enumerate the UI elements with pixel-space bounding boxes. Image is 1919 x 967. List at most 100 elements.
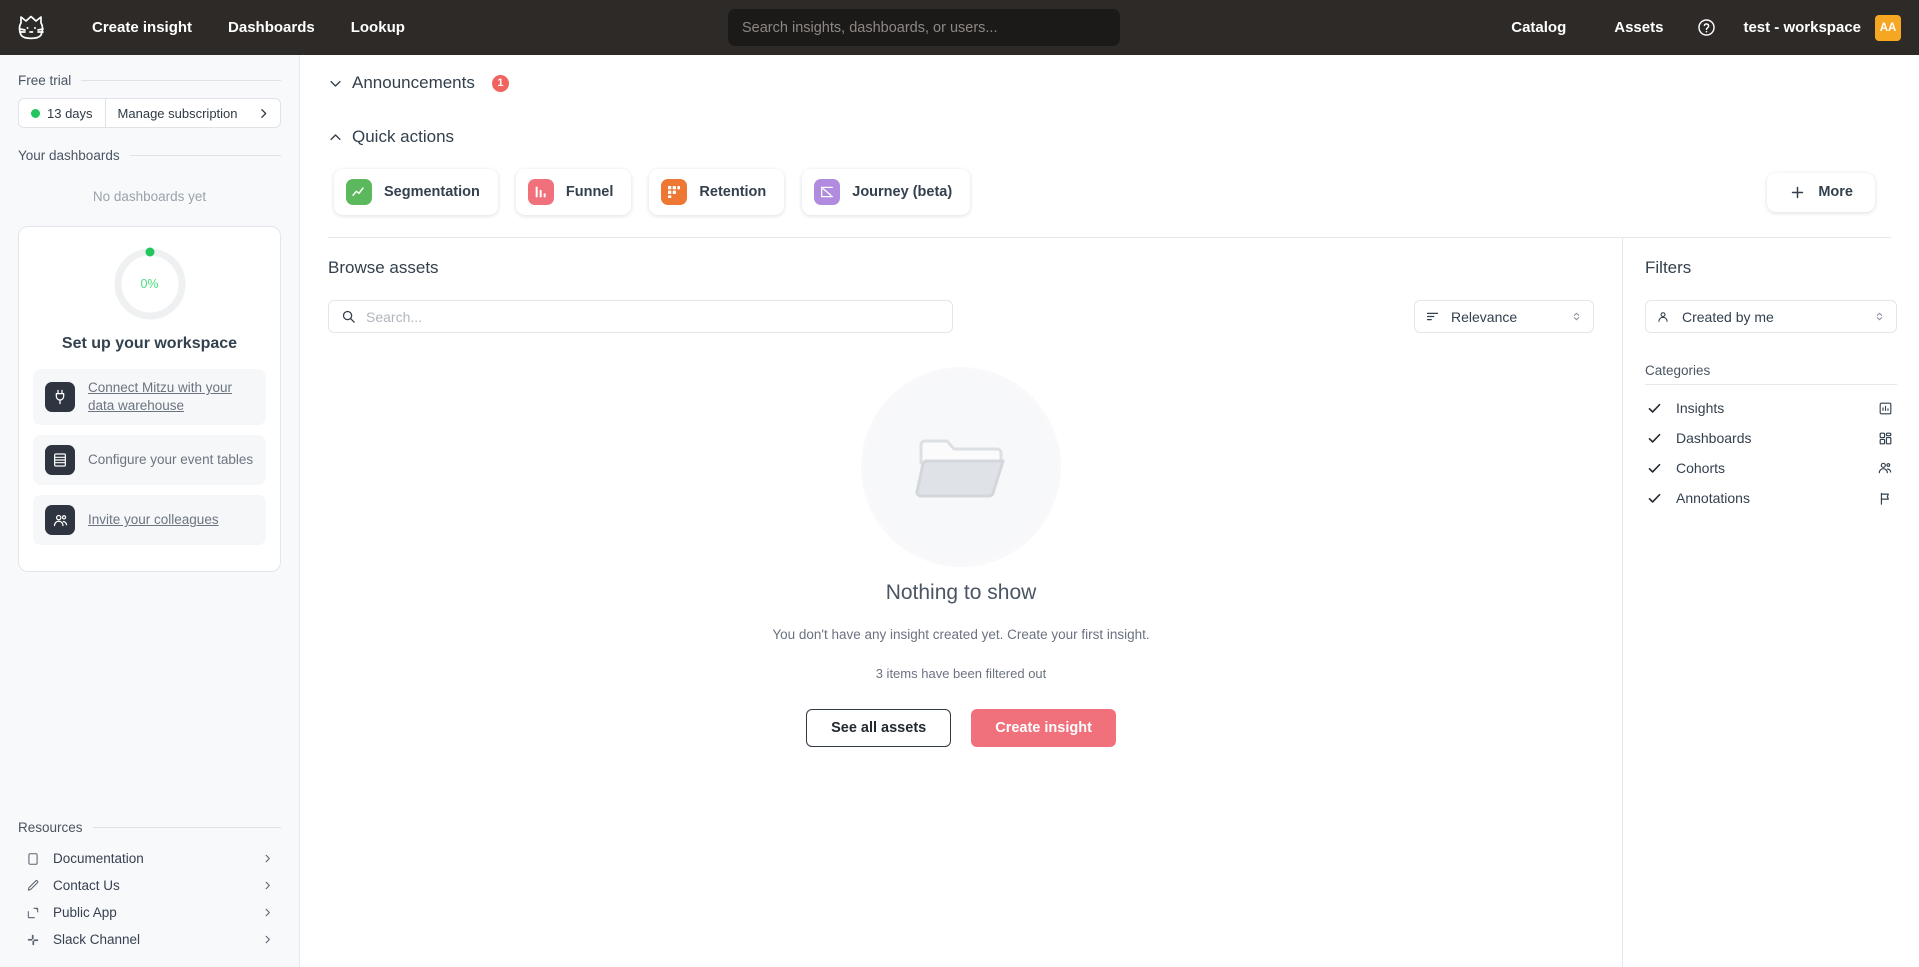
- browse-assets-title: Browse assets: [328, 258, 1594, 278]
- user-icon: [1656, 310, 1670, 324]
- top-navbar: Create insight Dashboards Lookup Catalog…: [0, 0, 1919, 55]
- global-search[interactable]: [728, 9, 1120, 46]
- workspace-name[interactable]: test - workspace: [1743, 19, 1861, 36]
- global-search-input[interactable]: [742, 20, 1106, 36]
- avatar[interactable]: AA: [1875, 15, 1901, 41]
- category-label: Insights: [1676, 400, 1861, 416]
- progress-percent-label: 0%: [111, 245, 189, 323]
- nav-link-lookup[interactable]: Lookup: [333, 11, 423, 44]
- empty-title: Nothing to show: [886, 581, 1037, 605]
- setup-task-label: Connect Mitzu with your data warehouse: [88, 379, 254, 415]
- nav-link-assets[interactable]: Assets: [1592, 11, 1685, 44]
- check-icon: [1647, 431, 1662, 446]
- line-chart-icon: [346, 179, 372, 205]
- announcements-header[interactable]: Announcements 1: [328, 73, 1891, 93]
- quick-action-funnel[interactable]: Funnel: [516, 169, 632, 215]
- setup-task-label: Configure your event tables: [88, 451, 253, 469]
- resource-item-contact-us[interactable]: Contact Us: [18, 872, 281, 899]
- see-all-assets-button[interactable]: See all assets: [806, 709, 951, 747]
- resources-label: Resources: [18, 820, 83, 835]
- progress-ring: 0%: [111, 245, 189, 323]
- quick-actions-header[interactable]: Quick actions: [328, 127, 1891, 147]
- filtered-out-text: 3 items have been filtered out: [876, 666, 1047, 681]
- folder-icon: [861, 367, 1061, 567]
- grid-square-icon: [1875, 431, 1895, 446]
- chevron-right-icon: [262, 853, 273, 864]
- divider: [1645, 384, 1897, 385]
- created-by-dropdown[interactable]: Created by me: [1645, 300, 1897, 333]
- table-icon: [45, 445, 75, 475]
- quick-action-retention[interactable]: Retention: [649, 169, 784, 215]
- setup-task-configure-event-tables[interactable]: Configure your event tables: [33, 435, 266, 485]
- no-dashboards-text: No dashboards yet: [18, 189, 281, 204]
- category-item-insights[interactable]: Insights: [1645, 393, 1897, 423]
- chevron-updown-icon: [1873, 310, 1886, 323]
- divider: [130, 155, 281, 156]
- resource-item-public-app[interactable]: Public App: [18, 899, 281, 926]
- quick-action-label: Segmentation: [384, 184, 480, 200]
- trial-days: 13 days: [19, 99, 106, 127]
- trial-days-label: 13 days: [47, 106, 93, 121]
- primary-nav: Create insight Dashboards Lookup: [74, 11, 423, 44]
- main-top-section: Announcements 1 Quick actions Segmentati…: [300, 55, 1919, 237]
- manage-subscription-label: Manage subscription: [118, 106, 238, 121]
- nav-link-dashboards[interactable]: Dashboards: [210, 11, 333, 44]
- free-trial-heading: Free trial: [18, 73, 281, 88]
- quick-action-journey[interactable]: Journey (beta): [802, 169, 970, 215]
- nav-link-catalog[interactable]: Catalog: [1489, 11, 1588, 44]
- quick-actions-row: Segmentation Funnel Retention: [328, 151, 1891, 237]
- chevron-down-icon: [328, 76, 343, 91]
- content-columns: Browse assets Relevance: [300, 238, 1919, 967]
- users-icon: [45, 505, 75, 535]
- resource-item-documentation[interactable]: Documentation: [18, 845, 281, 872]
- category-item-dashboards[interactable]: Dashboards: [1645, 423, 1897, 453]
- more-quick-actions-button[interactable]: More: [1767, 173, 1875, 212]
- resource-label: Contact Us: [53, 878, 249, 893]
- sort-value: Relevance: [1451, 309, 1559, 325]
- resources-section: Resources Documentation Contact Us: [18, 820, 281, 967]
- your-dashboards-label: Your dashboards: [18, 148, 120, 163]
- users-icon: [1875, 460, 1895, 476]
- categories-heading: Categories: [1645, 363, 1897, 378]
- check-icon: [1647, 461, 1662, 476]
- announcements-label: Announcements: [352, 73, 475, 93]
- app-body: Free trial 13 days Manage subscription Y…: [0, 55, 1919, 967]
- sidebar: Free trial 13 days Manage subscription Y…: [0, 55, 300, 967]
- create-insight-button[interactable]: Create insight: [971, 709, 1116, 747]
- slack-icon: [26, 933, 40, 947]
- chevron-right-icon: [262, 907, 273, 918]
- nav-link-create-insight[interactable]: Create insight: [74, 11, 210, 44]
- check-icon: [1647, 401, 1662, 416]
- assets-search[interactable]: [328, 300, 953, 333]
- main-content: Announcements 1 Quick actions Segmentati…: [300, 55, 1919, 967]
- flag-icon: [1875, 491, 1895, 506]
- resource-item-slack-channel[interactable]: Slack Channel: [18, 926, 281, 953]
- app-icon: [26, 906, 40, 920]
- manage-subscription-button[interactable]: Manage subscription: [106, 99, 280, 127]
- filters-title: Filters: [1645, 258, 1897, 278]
- progress-ring-wrapper: 0%: [33, 245, 266, 323]
- empty-subtitle: You don't have any insight created yet. …: [772, 627, 1149, 642]
- help-circle-icon[interactable]: [1689, 11, 1723, 45]
- browse-controls: Relevance: [328, 300, 1594, 333]
- chevron-right-icon: [262, 880, 273, 891]
- quick-actions-label: Quick actions: [352, 127, 454, 147]
- setup-title: Set up your workspace: [33, 335, 266, 353]
- sort-icon: [1425, 309, 1440, 324]
- created-by-value: Created by me: [1682, 309, 1861, 325]
- category-item-annotations[interactable]: Annotations: [1645, 483, 1897, 513]
- resource-label: Documentation: [53, 851, 249, 866]
- setup-task-label: Invite your colleagues: [88, 511, 219, 529]
- quick-action-label: Journey (beta): [852, 184, 952, 200]
- quick-action-label: Funnel: [566, 184, 614, 200]
- resource-label: Slack Channel: [53, 932, 249, 947]
- quick-action-segmentation[interactable]: Segmentation: [334, 169, 498, 215]
- setup-task-connect-warehouse[interactable]: Connect Mitzu with your data warehouse: [33, 369, 266, 425]
- sort-dropdown[interactable]: Relevance: [1414, 300, 1594, 333]
- chevron-updown-icon: [1570, 310, 1583, 323]
- cat-logo-icon[interactable]: [12, 8, 52, 48]
- chevron-right-icon: [257, 107, 270, 120]
- setup-task-invite-colleagues[interactable]: Invite your colleagues: [33, 495, 266, 545]
- category-item-cohorts[interactable]: Cohorts: [1645, 453, 1897, 483]
- assets-search-input[interactable]: [366, 309, 940, 325]
